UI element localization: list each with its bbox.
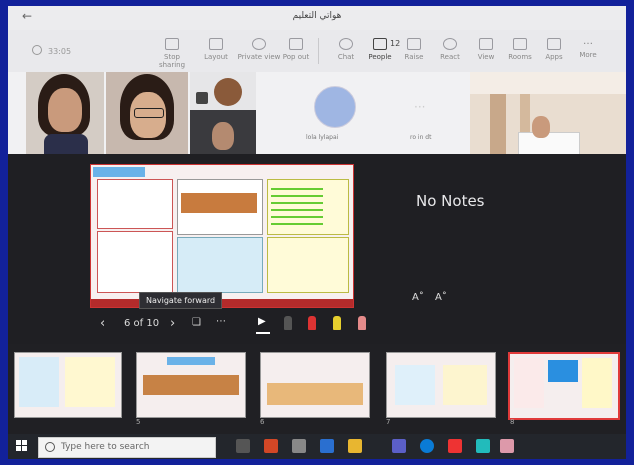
teams-icon[interactable] xyxy=(392,439,406,453)
apps-icon xyxy=(547,38,561,50)
meeting-timer: 33:05 xyxy=(32,45,71,56)
thumbnail-number: 5 xyxy=(136,418,141,426)
eye-icon xyxy=(252,38,266,50)
participant-tile[interactable]: lola lylapai xyxy=(260,72,388,154)
layout-button[interactable]: Layout xyxy=(194,38,238,61)
toolbar-divider xyxy=(318,38,319,64)
slide-thumbnail[interactable] xyxy=(260,352,370,418)
font-size-controls: A˚ A˚ xyxy=(412,292,447,303)
app-icon[interactable] xyxy=(500,439,514,453)
participant-video[interactable] xyxy=(106,72,188,154)
search-icon xyxy=(45,442,55,452)
red-pen-icon[interactable] xyxy=(308,316,316,330)
thumbnail-number: 6 xyxy=(260,418,265,426)
shield-icon xyxy=(32,45,42,55)
app-icon[interactable] xyxy=(448,439,462,453)
file-explorer-icon[interactable] xyxy=(348,439,362,453)
layout-icon xyxy=(209,38,223,50)
slide-thumbnail-selected[interactable] xyxy=(508,352,620,420)
more-icon: … xyxy=(583,36,593,47)
mail-icon[interactable] xyxy=(320,439,334,453)
app-icon[interactable] xyxy=(476,439,490,453)
presenter-view: Navigate forward No Notes A˚ A˚ ‹ 6 of 1… xyxy=(8,154,626,344)
more-button[interactable]: … More xyxy=(566,36,610,60)
participant-video[interactable] xyxy=(26,72,104,154)
people-icon xyxy=(373,38,387,50)
stop-sharing-button[interactable]: Stop sharing xyxy=(150,38,194,69)
participant-name: ro in dt xyxy=(410,134,432,141)
participant-tile[interactable]: ··· ro in dt xyxy=(390,72,468,154)
pop-out-icon xyxy=(289,38,303,50)
speaker-notes: No Notes xyxy=(416,192,485,210)
highlighter-icon[interactable] xyxy=(333,316,341,330)
hand-icon xyxy=(407,38,421,50)
grid-icon xyxy=(479,38,493,50)
current-slide[interactable] xyxy=(90,164,354,308)
teams-window: ← هواتي التعليم 33:05 Stop sharing Layou… xyxy=(8,6,626,459)
thumbnail-number: 8 xyxy=(510,418,515,426)
windows-taskbar: Type here to search xyxy=(8,434,626,459)
task-view-icon[interactable] xyxy=(236,439,250,453)
avatar xyxy=(314,86,356,128)
slide-thumbnail[interactable] xyxy=(386,352,496,418)
navigate-forward-tooltip: Navigate forward xyxy=(139,292,223,309)
meeting-toolbar: 33:05 Stop sharing Layout Private view P… xyxy=(8,30,626,73)
participant-video[interactable] xyxy=(470,72,626,154)
slide-thumbnail-strip: 5 6 7 8 xyxy=(8,344,626,434)
stop-share-icon xyxy=(165,38,179,50)
participant-name: lola lylapai xyxy=(306,134,339,141)
participant-video[interactable] xyxy=(190,110,256,154)
increase-font-button[interactable]: A˚ xyxy=(435,292,447,303)
pop-out-button[interactable]: Pop out xyxy=(274,38,318,61)
decrease-font-button[interactable]: A˚ xyxy=(412,292,424,303)
taskbar-search-box[interactable]: Type here to search xyxy=(38,437,216,458)
annotation-tools xyxy=(8,312,626,332)
search-placeholder: Type here to search xyxy=(61,442,150,452)
thumbnail-number: 7 xyxy=(386,418,391,426)
title-bar: ← هواتي التعليم xyxy=(8,6,626,30)
participant-gallery: lola lylapai ··· ro in dt xyxy=(8,72,626,154)
window-title: هواتي التعليم xyxy=(292,11,342,21)
slide-thumbnail[interactable] xyxy=(14,352,122,418)
edge-icon[interactable] xyxy=(420,439,434,453)
powerpoint-icon[interactable] xyxy=(264,439,278,453)
eraser-icon[interactable] xyxy=(358,316,366,330)
calendar-icon[interactable] xyxy=(292,439,306,453)
windows-start-icon[interactable] xyxy=(16,440,28,452)
chat-icon xyxy=(339,38,353,50)
slide-thumbnail[interactable] xyxy=(136,352,246,418)
laser-pen-icon[interactable] xyxy=(284,316,292,330)
smile-icon xyxy=(443,38,457,50)
mic-off-icon xyxy=(196,92,208,104)
rooms-icon xyxy=(513,38,527,50)
